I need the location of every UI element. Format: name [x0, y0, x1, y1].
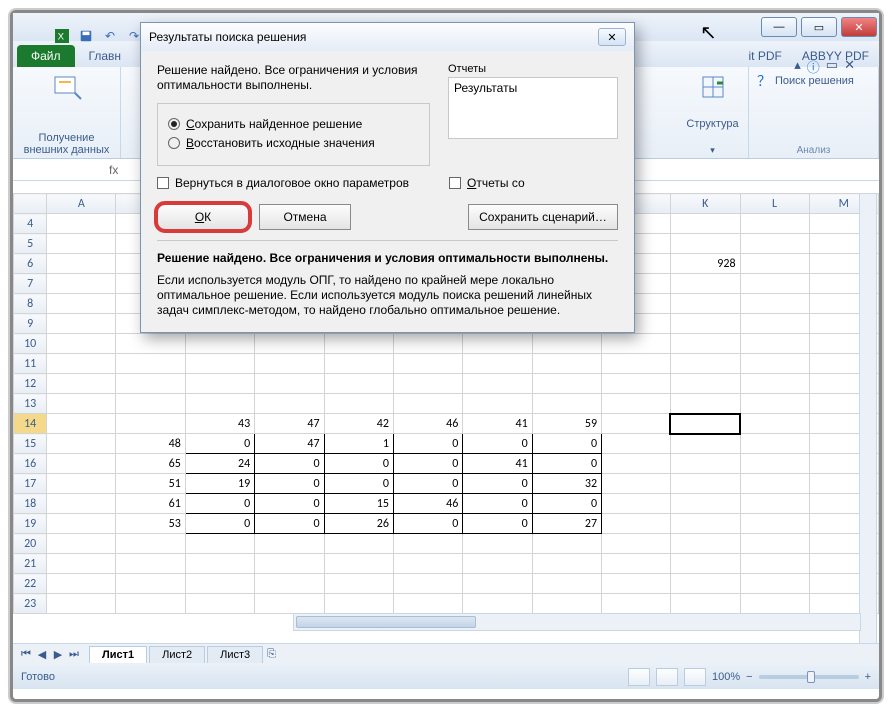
ribbon-group-getdata[interactable]: Получение внешних данных — [13, 67, 121, 158]
checkbox-return-dialog[interactable]: Вернуться в диалоговое окно параметров — [157, 176, 409, 190]
file-tab[interactable]: Файл — [17, 45, 75, 67]
sheet-nav-first[interactable]: ⏮ — [19, 648, 33, 661]
solver-icon: ？ — [757, 71, 771, 91]
analysis-groupname: Анализ — [797, 145, 831, 156]
dialog-bold-line: Решение найдено. Все ограничения и услов… — [157, 251, 618, 265]
scrollbar-h-thumb[interactable] — [296, 616, 476, 628]
help-icon[interactable]: ⓘ — [807, 57, 820, 76]
sheet-tab-2[interactable]: Лист2 — [149, 646, 205, 663]
view-pagebreak-button[interactable] — [684, 668, 706, 686]
save-scenario-button[interactable]: Сохранить сценарий… — [468, 204, 618, 230]
svg-text:X: X — [58, 32, 65, 43]
sheet-nav-prev[interactable]: ◀ — [35, 648, 49, 661]
excel-icon: X — [53, 27, 71, 45]
status-bar: Готово 100% − + — [13, 665, 879, 689]
window-restore-icon[interactable]: ▭ — [826, 57, 838, 76]
radio-keep-solution[interactable]: Сохранить найденное решение — [168, 117, 419, 131]
radio-icon — [168, 137, 180, 149]
ribbon-tab-home[interactable]: Главн — [79, 45, 132, 67]
close-button[interactable]: ✕ — [841, 17, 877, 37]
sheet-nav-last[interactable]: ⏭ — [67, 648, 81, 661]
view-layout-button[interactable] — [656, 668, 678, 686]
scrollbar-horizontal[interactable] — [293, 613, 861, 631]
radio-restore-values[interactable]: Восстановить исходные значения — [168, 136, 419, 150]
status-ready: Готово — [21, 671, 55, 683]
minimize-ribbon-icon[interactable]: ▴ — [794, 57, 801, 76]
cancel-button[interactable]: Отмена — [259, 204, 351, 230]
window-close-icon[interactable]: ✕ — [844, 57, 855, 76]
scrollbar-vertical[interactable] — [859, 193, 877, 645]
zoom-slider[interactable] — [759, 675, 859, 679]
dialog-explanation: Если используется модуль ОПГ, то найдено… — [157, 273, 618, 318]
view-normal-button[interactable] — [628, 668, 650, 686]
checkbox-reports-label: Отчеты со — [467, 176, 525, 190]
radio-keep-label: Сохранить найденное решение — [186, 117, 362, 131]
zoom-out-button[interactable]: − — [746, 671, 752, 683]
reports-listbox[interactable]: Результаты — [448, 77, 618, 139]
checkbox-reports[interactable]: Отчеты со — [449, 176, 525, 190]
solver-results-dialog: Результаты поиска решения ✕ Решение найд… — [140, 22, 635, 333]
checkbox-icon — [157, 177, 169, 189]
dialog-titlebar[interactable]: Результаты поиска решения ✕ — [141, 23, 634, 51]
ribbon-group-structure[interactable]: Структура ▾ — [677, 67, 749, 158]
checkbox-return-label: Вернуться в диалоговое окно параметров — [175, 176, 409, 190]
dialog-close-button[interactable]: ✕ — [598, 28, 626, 46]
getdata-label: Получение внешних данных — [24, 132, 110, 156]
reports-item[interactable]: Результаты — [454, 81, 612, 95]
ok-button[interactable]: ОК — [157, 204, 249, 230]
structure-label: Структура — [686, 118, 738, 130]
radio-restore-label: Восстановить исходные значения — [186, 136, 375, 150]
ribbon-group-analysis: ？ Поиск решения Анализ — [749, 67, 879, 158]
sheet-nav-next[interactable]: ▶ — [51, 648, 65, 661]
reports-label: Отчеты — [448, 63, 618, 75]
radio-icon — [168, 118, 180, 130]
zoom-thumb[interactable] — [807, 671, 815, 683]
sheet-tab-3[interactable]: Лист3 — [207, 646, 263, 663]
new-sheet-icon[interactable]: ⎘ — [267, 648, 276, 661]
window-controls: — ▭ ✕ — [759, 17, 879, 37]
ribbon-tab-itpdf[interactable]: it PDF — [739, 45, 792, 67]
structure-icon — [697, 71, 729, 103]
checkbox-icon — [449, 177, 461, 189]
minimize-button[interactable]: — — [761, 17, 797, 37]
maximize-button[interactable]: ▭ — [801, 17, 837, 37]
dialog-radio-group: Сохранить найденное решение Восстановить… — [157, 103, 430, 166]
sheet-nav: ⏮ ◀ ▶ ⏭ — [13, 648, 87, 661]
zoom-label: 100% — [712, 671, 740, 683]
getdata-icon — [51, 71, 83, 103]
sheet-tabs: ⏮ ◀ ▶ ⏭ Лист1 Лист2 Лист3 ⎘ — [13, 643, 879, 665]
structure-dropdown-icon[interactable]: ▾ — [710, 145, 715, 156]
fx-icon[interactable]: fx — [103, 163, 124, 177]
undo-icon[interactable]: ↶ — [101, 27, 119, 45]
help-icons: ▴ ⓘ ▭ ✕ — [794, 57, 855, 76]
save-icon[interactable] — [77, 27, 95, 45]
zoom-in-button[interactable]: + — [865, 671, 871, 683]
sheet-tab-1[interactable]: Лист1 — [89, 646, 147, 663]
dialog-message: Решение найдено. Все ограничения и услов… — [157, 63, 430, 93]
solver-label: Поиск решения — [775, 75, 854, 87]
dialog-title: Результаты поиска решения — [149, 30, 306, 44]
